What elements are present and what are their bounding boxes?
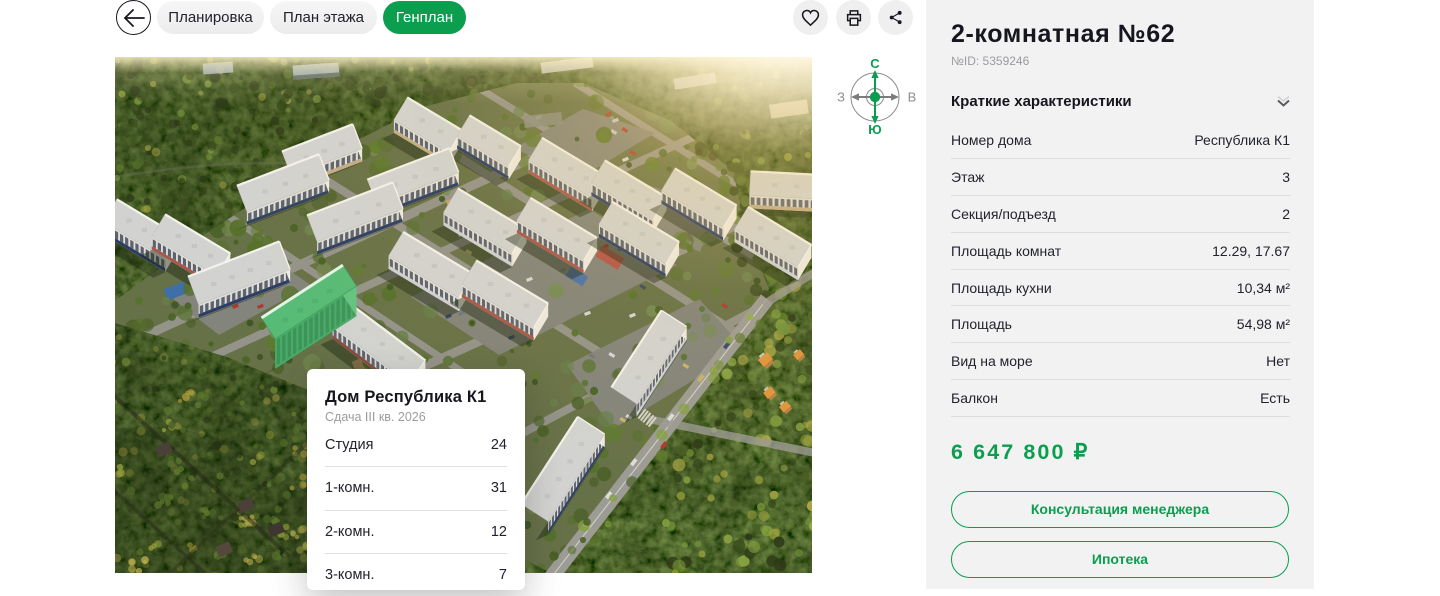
svg-text:В: В — [908, 90, 917, 105]
svg-text:Ю: Ю — [868, 122, 881, 137]
svg-text:С: С — [870, 57, 880, 71]
svg-text:З: З — [837, 90, 845, 105]
